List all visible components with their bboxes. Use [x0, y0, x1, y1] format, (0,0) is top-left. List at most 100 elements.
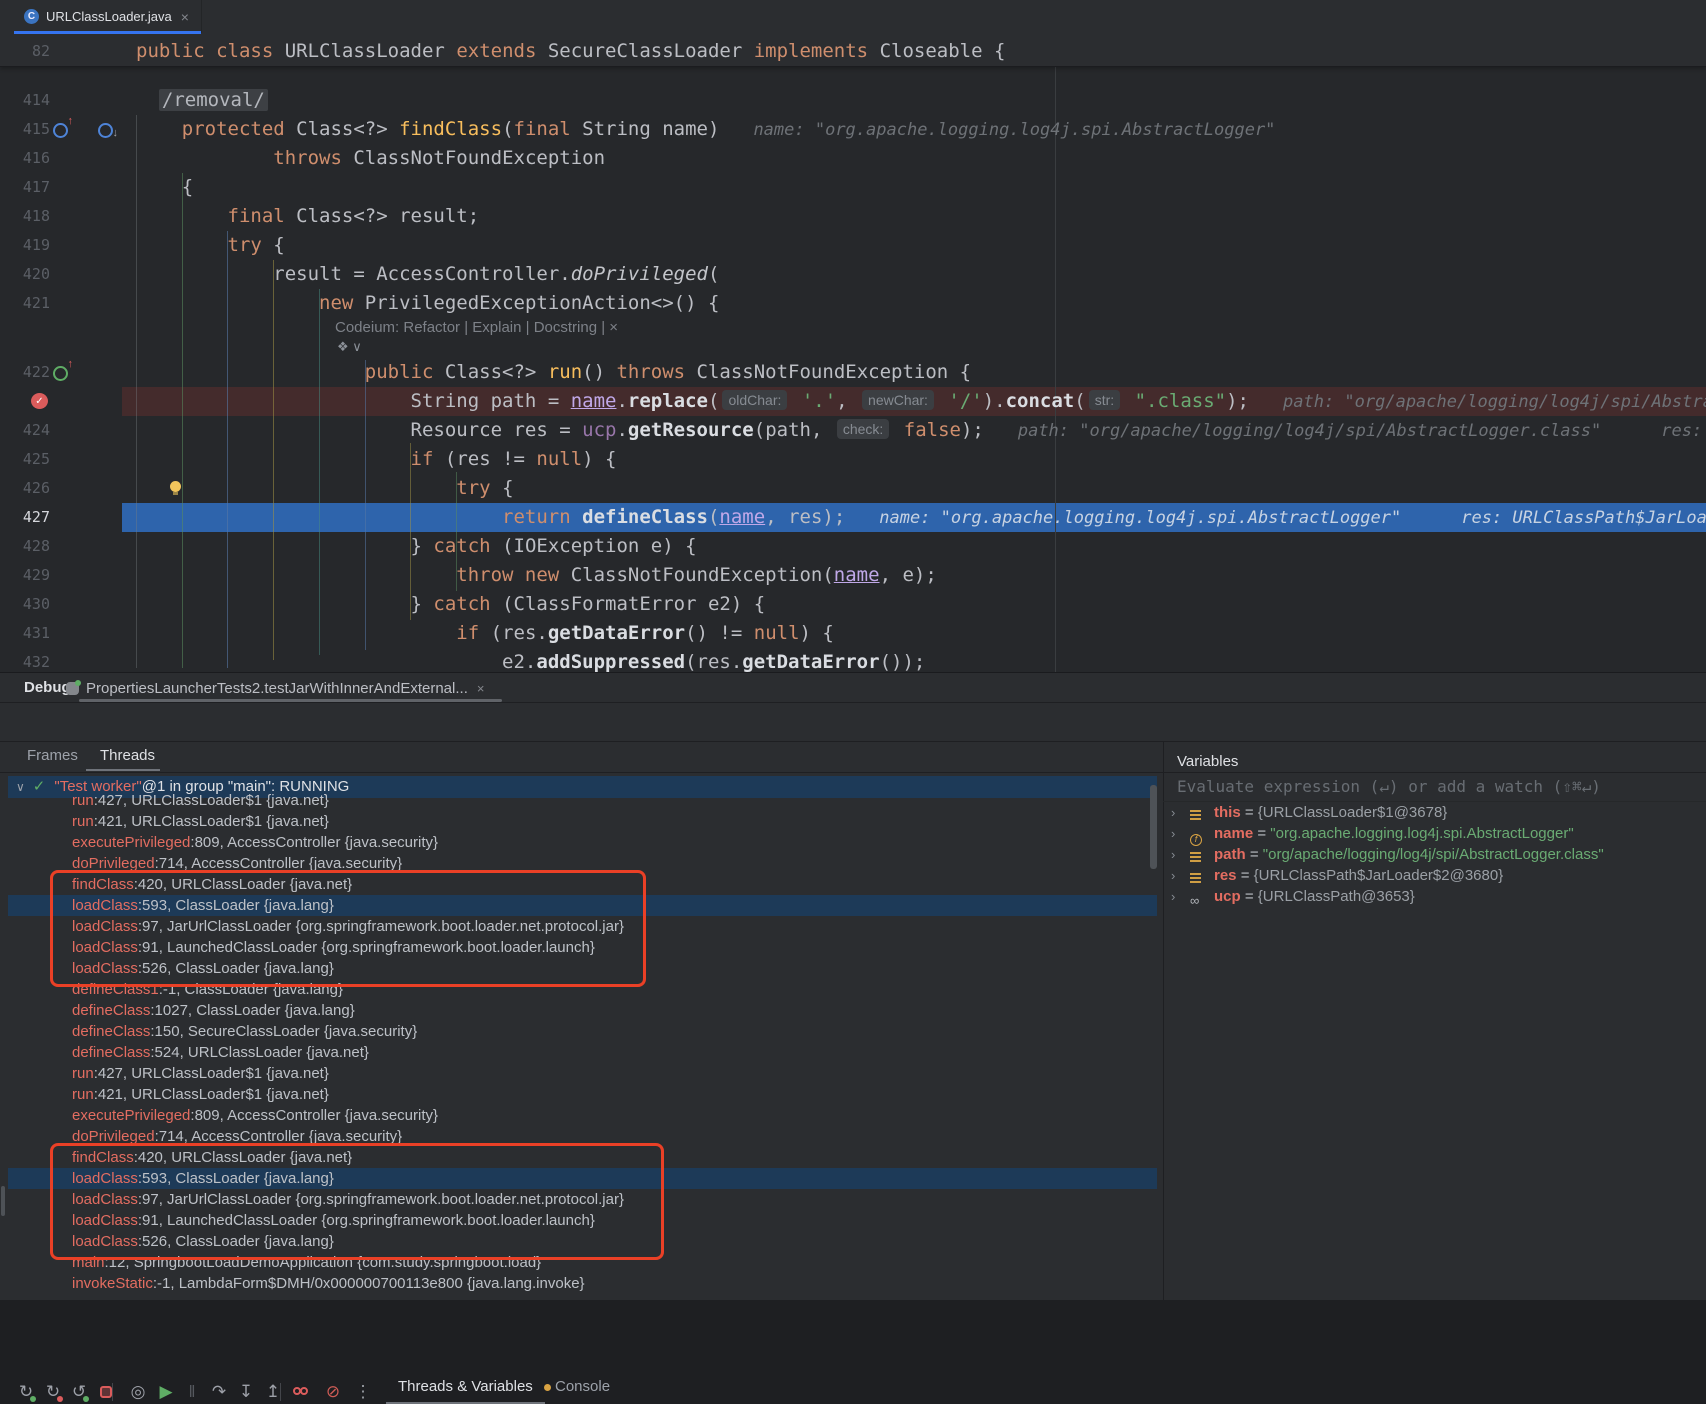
- intention-bulb-icon[interactable]: [170, 481, 181, 492]
- variable-name: path: [1214, 846, 1246, 863]
- stack-frame-row[interactable]: defineClass1:-1, ClassLoader {java.lang}: [8, 979, 1157, 1000]
- tab-threads-variables[interactable]: Threads & Variables: [398, 1378, 533, 1395]
- code-text: try {: [136, 474, 514, 503]
- rerun-failed-tests-button[interactable]: ↻: [42, 1380, 64, 1404]
- stack-frame-row[interactable]: defineClass:1027, ClassLoader {java.lang…: [8, 1000, 1157, 1021]
- variable-row[interactable]: ›fname = "org.apache.logging.log4j.spi.A…: [1163, 823, 1706, 844]
- frame-method: loadClass: [72, 960, 138, 977]
- line-number: 425: [0, 445, 50, 474]
- overriding-method-icon[interactable]: ↑: [53, 123, 68, 138]
- overridden-method-icon[interactable]: ↓: [98, 123, 113, 138]
- code-editor[interactable]: 414 /removal/415↑↓ protected Class<?> fi…: [0, 36, 1706, 672]
- step-over-button[interactable]: ↷: [208, 1380, 230, 1404]
- frame-method: loadClass: [72, 1212, 138, 1229]
- chevron-right-icon[interactable]: ›: [1171, 823, 1175, 844]
- stack-frame-row[interactable]: main:12, SpringbootLoadDemoApplication {…: [8, 1252, 1157, 1273]
- chevron-right-icon[interactable]: ›: [1171, 865, 1175, 886]
- chevron-right-icon[interactable]: ›: [1171, 886, 1175, 907]
- scrollbar-thumb[interactable]: [1150, 785, 1157, 869]
- stack-frame-row[interactable]: executePrivileged:809, AccessController …: [8, 1105, 1157, 1126]
- chevron-right-icon[interactable]: ›: [1171, 802, 1175, 823]
- evaluate-expression-input[interactable]: Evaluate expression (↵) or add a watch (…: [1163, 773, 1706, 802]
- code-line: 420 result = AccessController.doPrivileg…: [0, 260, 1706, 289]
- stack-frame-row[interactable]: doPrivileged:714, AccessController {java…: [8, 853, 1157, 874]
- parameter-hint-chip: check:: [837, 419, 889, 439]
- code-text: try {: [136, 231, 285, 260]
- stack-frame-row[interactable]: loadClass:91, LaunchedClassLoader {org.s…: [8, 1210, 1157, 1231]
- code-line: 429 throw new ClassNotFoundException(nam…: [0, 561, 1706, 590]
- stack-frame-row[interactable]: loadClass:593, ClassLoader {java.lang}: [8, 1168, 1157, 1189]
- frame-location: :150, SecureClassLoader {java.security}: [150, 1023, 417, 1040]
- variable-row[interactable]: ›path = "org/apache/logging/log4j/spi/Ab…: [1163, 844, 1706, 865]
- stack-frame-row[interactable]: loadClass:526, ClassLoader {java.lang}: [8, 1231, 1157, 1252]
- variable-row[interactable]: ›res = {URLClassPath$JarLoader$2@3680}: [1163, 865, 1706, 886]
- implementing-method-icon[interactable]: ↑: [53, 366, 68, 381]
- code-line: 417 {: [0, 173, 1706, 202]
- sticky-line: 82 public class URLClassLoader extends S…: [0, 36, 1706, 67]
- stack-frame-row[interactable]: doPrivileged:714, AccessController {java…: [8, 1126, 1157, 1147]
- codeium-action-hint[interactable]: Codeium: Refactor | Explain | Docstring …: [335, 318, 618, 338]
- stack-frame-row[interactable]: invokeStatic:-1, LambdaForm$DMH/0x000000…: [8, 1273, 1157, 1294]
- active-tab-underline: [14, 31, 201, 34]
- scrollbar-thumb[interactable]: [1, 1186, 5, 1216]
- debugger-inline-hint: path: "org/apache/logging/log4j/spi/Abst…: [1283, 392, 1706, 412]
- tab-urlclassloader[interactable]: C URLClassLoader.java ×: [14, 0, 202, 33]
- tab-console[interactable]: Console: [544, 1378, 610, 1395]
- stack-frame-row[interactable]: defineClass:524, URLClassLoader {java.ne…: [8, 1042, 1157, 1063]
- debugger-inline-hint: name: "org.apache.logging.log4j.spi.Abst…: [879, 508, 1401, 528]
- stack-frame-row[interactable]: run:421, URLClassLoader$1 {java.net}: [8, 1084, 1157, 1105]
- line-number: 421: [0, 289, 50, 318]
- stack-frame-row[interactable]: loadClass:593, ClassLoader {java.lang}: [8, 895, 1157, 916]
- tab-threads[interactable]: Threads: [100, 747, 155, 764]
- code-line: 428 } catch (IOException e) {: [0, 532, 1706, 561]
- stack-frame-row[interactable]: findClass:420, URLClassLoader {java.net}: [8, 1147, 1157, 1168]
- line-number: 422: [0, 358, 50, 387]
- frame-method: invokeStatic: [72, 1275, 153, 1292]
- view-breakpoints-button[interactable]: [291, 1380, 313, 1404]
- session-tab-title: PropertiesLauncherTests2.testJarWithInne…: [86, 680, 468, 697]
- debug-panel: Debug PropertiesLauncherTests2.testJarWi…: [0, 672, 1706, 1300]
- frame-location: :714, AccessController {java.security}: [155, 855, 403, 872]
- line-number: 419: [0, 231, 50, 260]
- stack-frame-row[interactable]: run:427, URLClassLoader$1 {java.net}: [8, 1063, 1157, 1084]
- variable-row[interactable]: ›this = {URLClassLoader$1@3678}: [1163, 802, 1706, 823]
- stop-button[interactable]: [96, 1380, 118, 1404]
- stack-frame-row[interactable]: run:427, URLClassLoader$1 {java.net}: [8, 790, 1157, 811]
- ai-assistant-icon[interactable]: ❖ ∨: [337, 338, 362, 356]
- frame-method: loadClass: [72, 897, 138, 914]
- code-line: 426 try {: [0, 474, 1706, 503]
- stack-frame-row[interactable]: loadClass:91, LaunchedClassLoader {org.s…: [8, 937, 1157, 958]
- debugger-inline-hint: path: "org/apache/logging/log4j/spi/Abst…: [1018, 421, 1601, 441]
- stack-frame-row[interactable]: defineClass:150, SecureClassLoader {java…: [8, 1021, 1157, 1042]
- line-number: 415: [0, 115, 50, 144]
- code-text: public Class<?> run() throws ClassNotFou…: [136, 358, 971, 387]
- stack-frame-row[interactable]: loadClass:97, JarUrlClassLoader {org.spr…: [8, 1189, 1157, 1210]
- stack-frame-row[interactable]: executePrivileged:809, AccessController …: [8, 832, 1157, 853]
- close-icon[interactable]: ×: [477, 681, 485, 696]
- code-text: } catch (IOException e) {: [136, 532, 697, 561]
- code-text: } catch (ClassFormatError e2) {: [136, 590, 765, 619]
- code-line: 419 try {: [0, 231, 1706, 260]
- chevron-right-icon[interactable]: ›: [1171, 844, 1175, 865]
- resume-button[interactable]: ▶: [155, 1380, 177, 1404]
- debug-session-tab[interactable]: PropertiesLauncherTests2.testJarWithInne…: [66, 676, 484, 700]
- variable-row[interactable]: ›∞ucp = {URLClassPath@3653}: [1163, 886, 1706, 907]
- step-into-button[interactable]: ↧: [235, 1380, 257, 1404]
- breakpoint-icon[interactable]: ✓: [31, 393, 48, 409]
- variables-panel-title: Variables: [1177, 753, 1238, 770]
- pause-button[interactable]: ‖: [181, 1380, 203, 1404]
- close-icon[interactable]: ×: [181, 9, 189, 25]
- frame-method: run: [72, 813, 94, 830]
- more-options-button[interactable]: ⋮: [352, 1380, 374, 1404]
- code-line: 432 e2.addSuppressed(res.getDataError())…: [0, 648, 1706, 672]
- stack-frame-row[interactable]: findClass:420, URLClassLoader {java.net}: [8, 874, 1157, 895]
- rerun-button[interactable]: ↻: [15, 1380, 37, 1404]
- variable-value: "org/apache/logging/log4j/spi/AbstractLo…: [1263, 846, 1604, 863]
- mute-breakpoints-button[interactable]: ⊘: [322, 1380, 344, 1404]
- tab-frames[interactable]: Frames: [27, 747, 78, 764]
- stack-frame-row[interactable]: loadClass:526, ClassLoader {java.lang}: [8, 958, 1157, 979]
- stack-frame-row[interactable]: run:421, URLClassLoader$1 {java.net}: [8, 811, 1157, 832]
- show-execution-point-button[interactable]: ◎: [127, 1380, 149, 1404]
- restart-debug-button[interactable]: ↺: [68, 1380, 90, 1404]
- stack-frame-row[interactable]: loadClass:97, JarUrlClassLoader {org.spr…: [8, 916, 1157, 937]
